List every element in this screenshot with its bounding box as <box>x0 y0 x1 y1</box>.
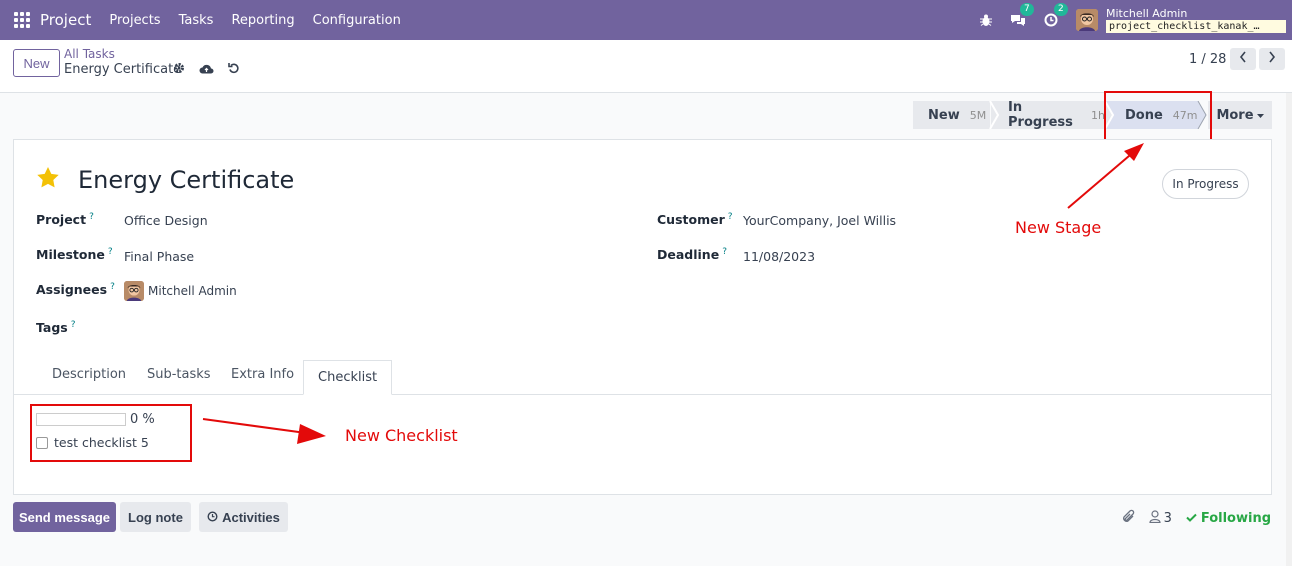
menu-tasks[interactable]: Tasks <box>179 13 214 28</box>
user-menu[interactable]: Mitchell Admin project_checklist_kanak_… <box>1106 6 1286 33</box>
send-message-button[interactable]: Send message <box>13 502 116 532</box>
apps-menu-icon[interactable] <box>14 12 30 28</box>
project-field[interactable]: Office Design <box>124 213 208 228</box>
tab-description[interactable]: Description <box>52 367 126 382</box>
help-icon: ? <box>70 320 76 330</box>
tab-checklist[interactable]: Checklist <box>303 360 393 395</box>
help-icon: ? <box>107 247 113 257</box>
paperclip-icon[interactable] <box>1121 509 1135 528</box>
user-name: Mitchell Admin <box>1106 6 1188 20</box>
top-navbar: Project Projects Tasks Reporting Configu… <box>0 0 1292 40</box>
stage-new-label: New <box>928 107 960 123</box>
customer-field[interactable]: YourCompany, Joel Willis <box>743 213 896 228</box>
help-icon: ? <box>727 212 733 222</box>
deadline-field[interactable]: 11/08/2023 <box>743 249 815 264</box>
help-icon: ? <box>110 282 115 292</box>
pager-next-button[interactable] <box>1259 48 1285 70</box>
more-stages-button[interactable]: More <box>1208 101 1272 129</box>
control-panel: New All Tasks Energy Certificate 1 / 28 <box>0 40 1292 93</box>
breadcrumb-current: Energy Certificate <box>64 62 182 77</box>
database-name: project_checklist_kanak_… <box>1106 19 1286 33</box>
menu-configuration[interactable]: Configuration <box>313 13 401 28</box>
new-stage-annotation: New Stage <box>1015 218 1102 237</box>
notebook-tabs-border <box>14 394 1271 395</box>
tags-label: Tags? <box>36 320 76 336</box>
assignee-avatar <box>124 281 144 301</box>
task-state-button[interactable]: In Progress <box>1162 169 1249 199</box>
user-icon <box>1148 510 1161 527</box>
activities-button[interactable]: Activities <box>199 502 288 532</box>
assignees-field[interactable]: Mitchell Admin <box>124 281 237 301</box>
deadline-label: Deadline? <box>657 247 727 263</box>
caret-down-icon <box>1256 108 1264 123</box>
log-note-button[interactable]: Log note <box>120 502 191 532</box>
activities-clock-icon[interactable]: 2 <box>1044 3 1068 27</box>
checklist-highlight-box <box>30 404 192 462</box>
user-avatar[interactable] <box>1076 9 1098 31</box>
stage-new-duration: 5M <box>969 108 987 122</box>
debug-bug-icon[interactable] <box>980 14 992 27</box>
task-title[interactable]: Energy Certificate <box>78 166 294 194</box>
customer-label: Customer? <box>657 212 733 228</box>
breadcrumb-all-tasks[interactable]: All Tasks <box>64 47 115 61</box>
stage-annotation-arrow <box>1067 143 1144 209</box>
more-stages-label: More <box>1216 107 1254 123</box>
stage-highlight-box <box>1104 91 1212 141</box>
tab-sub-tasks[interactable]: Sub-tasks <box>147 367 211 382</box>
checklist-annotation-arrow <box>202 418 326 444</box>
gear-icon[interactable] <box>173 62 185 78</box>
chevron-right-icon <box>1268 51 1276 67</box>
following-label: Following <box>1200 511 1271 526</box>
chatter-topbar-right: 3 Following <box>1121 509 1271 528</box>
pager-value[interactable]: 1 / 28 <box>1189 52 1226 67</box>
new-checklist-annotation: New Checklist <box>345 426 458 445</box>
followers-button[interactable]: 3 <box>1148 510 1172 527</box>
discard-undo-icon[interactable] <box>228 62 240 78</box>
milestone-label: Milestone? <box>36 247 113 263</box>
activities-label: Activities <box>222 509 280 525</box>
pager-previous-button[interactable] <box>1230 48 1256 70</box>
menu-projects[interactable]: Projects <box>109 13 160 28</box>
menu-reporting[interactable]: Reporting <box>231 13 294 28</box>
save-cloud-icon[interactable] <box>199 63 214 78</box>
help-icon: ? <box>89 212 94 222</box>
priority-star-icon[interactable] <box>36 166 60 192</box>
new-button[interactable]: New <box>13 49 60 77</box>
activities-badge: 2 <box>1054 3 1068 16</box>
app-name[interactable]: Project <box>40 11 91 29</box>
messages-badge: 7 <box>1020 3 1034 16</box>
tab-extra-info[interactable]: Extra Info <box>231 367 294 382</box>
following-button[interactable]: Following <box>1186 511 1271 526</box>
help-icon: ? <box>722 247 727 257</box>
chevron-left-icon <box>1239 51 1247 67</box>
check-icon <box>1186 511 1197 526</box>
assignees-label: Assignees? <box>36 282 115 298</box>
followers-count: 3 <box>1163 511 1172 526</box>
project-label: Project? <box>36 212 94 228</box>
stage-new[interactable]: New 5M <box>913 101 990 129</box>
clock-icon <box>207 510 218 525</box>
assignee-name: Mitchell Admin <box>148 284 237 298</box>
messages-icon[interactable]: 7 <box>1010 3 1034 27</box>
milestone-field[interactable]: Final Phase <box>124 249 194 264</box>
page-scrollbar[interactable] <box>1286 93 1292 566</box>
